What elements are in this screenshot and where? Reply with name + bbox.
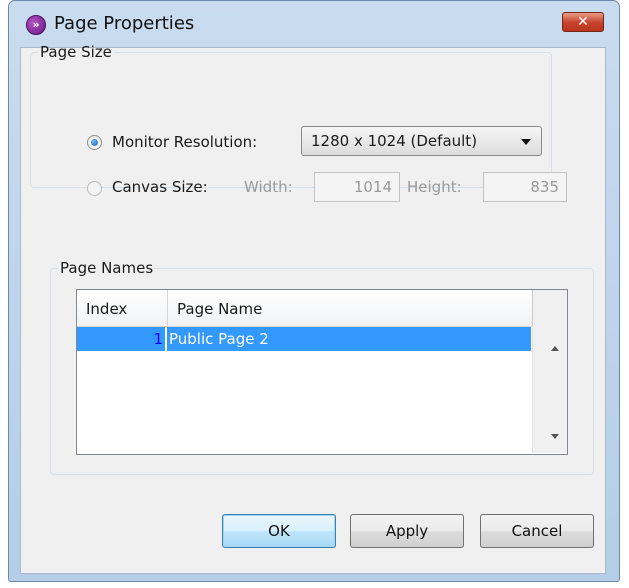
close-button[interactable]: ✕	[562, 12, 604, 32]
height-field[interactable]: 835	[483, 172, 567, 202]
page-size-group: Page Size	[30, 43, 552, 188]
apply-button[interactable]: Apply	[350, 514, 464, 548]
height-label: Height:	[407, 178, 462, 196]
column-divider[interactable]	[167, 290, 168, 326]
resolution-select[interactable]: 1280 x 1024 (Default)	[301, 126, 542, 156]
row-index-cell: 1	[77, 327, 165, 351]
canvas-size-radio[interactable]	[87, 181, 102, 196]
width-field[interactable]: 1014	[314, 172, 400, 202]
page-names-legend: Page Names	[60, 259, 154, 277]
column-header-index[interactable]: Index	[86, 300, 127, 318]
width-label: Width:	[244, 178, 293, 196]
monitor-resolution-radio[interactable]	[87, 135, 102, 150]
page-size-legend: Page Size	[40, 43, 112, 61]
row-page-name-cell[interactable]: Public Page 2	[167, 327, 531, 351]
chevron-down-icon	[521, 139, 531, 145]
canvas-size-label: Canvas Size:	[112, 178, 208, 196]
table-corner	[532, 290, 567, 326]
title-bar[interactable]: » Page Properties ✕	[9, 1, 619, 47]
scroll-down-arrow-icon[interactable]	[551, 434, 559, 439]
purple-arrow-icon: »	[26, 15, 46, 35]
scroll-up-arrow-icon[interactable]	[551, 346, 559, 351]
table-row[interactable]: 1 Public Page 2	[77, 327, 532, 351]
dialog-title: Page Properties	[54, 13, 195, 34]
resolution-select-value: 1280 x 1024 (Default)	[311, 132, 478, 150]
ok-button[interactable]: OK	[222, 514, 336, 548]
column-header-page-name[interactable]: Page Name	[177, 300, 262, 318]
cancel-button[interactable]: Cancel	[480, 514, 594, 548]
table-header: Index Page Name	[77, 290, 532, 327]
monitor-resolution-label: Monitor Resolution:	[112, 133, 258, 151]
vertical-scrollbar[interactable]	[532, 326, 567, 453]
close-x-icon: ✕	[577, 14, 589, 30]
page-names-table[interactable]: Index Page Name 1 Public Page 2	[76, 289, 568, 455]
